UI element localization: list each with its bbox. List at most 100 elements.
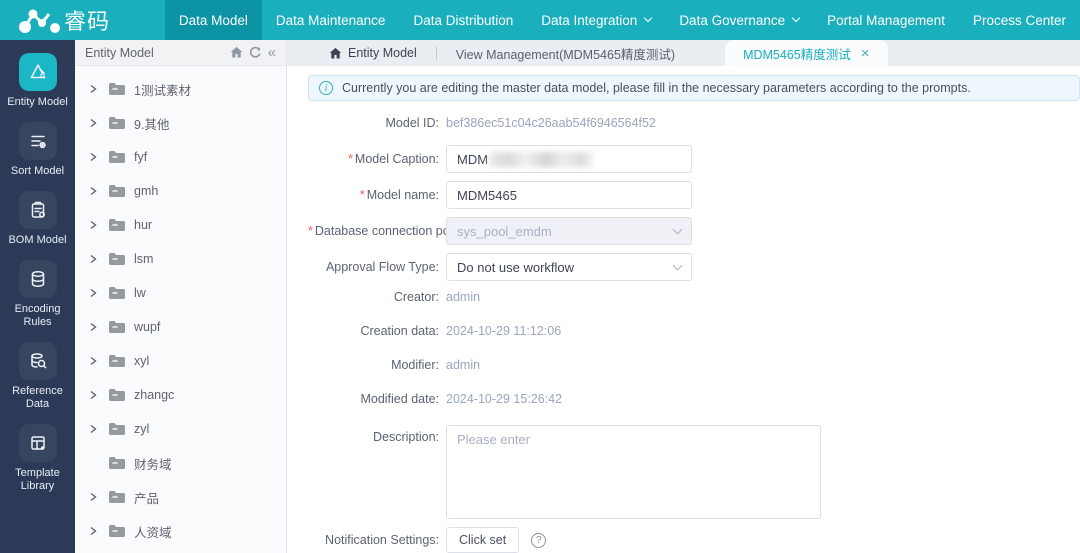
- tree-node[interactable]: 产品: [75, 480, 286, 514]
- tree-node[interactable]: xyl: [75, 344, 286, 378]
- nav-label: Data Governance: [679, 12, 786, 28]
- sidebar-item-label: Template Library: [15, 467, 60, 492]
- tab-mdm5465-active[interactable]: MDM5465精度测试 ×: [725, 40, 888, 66]
- sidebar-item-bom-model[interactable]: BOM Model: [2, 191, 74, 247]
- description-textarea[interactable]: [446, 425, 821, 519]
- model-name-input[interactable]: [446, 181, 692, 209]
- sidebar-item-template-library[interactable]: Template Library: [2, 424, 74, 493]
- chevron-right-icon[interactable]: [88, 185, 100, 197]
- bom-model-icon: [18, 191, 57, 229]
- sidebar-item-label: Sort Model: [10, 165, 65, 177]
- sidebar-item-label: BOM Model: [8, 234, 67, 246]
- tree-node[interactable]: 1测试素材: [75, 72, 286, 106]
- model-id-value: bef386ec51c04c26aab54f6946564f52: [446, 116, 656, 130]
- tree-node-label: lsm: [134, 252, 154, 266]
- chevron-right-icon[interactable]: [88, 253, 100, 265]
- chevron-down-icon: [672, 260, 683, 270]
- tree-node[interactable]: 财务域: [75, 446, 286, 480]
- help-icon[interactable]: ?: [531, 532, 547, 548]
- folder-icon: [108, 490, 125, 504]
- tree-node[interactable]: zyl: [75, 412, 286, 446]
- chevron-right-icon[interactable]: [88, 355, 100, 367]
- approval-flow-row: Approval Flow Type: Do not use workflow: [308, 253, 1080, 281]
- tree-node-label: 1测试素材: [134, 83, 191, 98]
- modified-date-label: Modified date:: [360, 392, 439, 406]
- tree-node[interactable]: wupf: [75, 310, 286, 344]
- click-set-button[interactable]: Click set: [446, 527, 520, 553]
- tree-node[interactable]: 人资域: [75, 514, 286, 548]
- chevron-right-icon[interactable]: [88, 321, 100, 333]
- tree-node-label: gmh: [134, 184, 159, 198]
- redacted-blur: [489, 151, 594, 167]
- tab-label: MDM5465精度测试: [743, 47, 851, 62]
- nav-item-data-integration[interactable]: Data Integration: [527, 0, 665, 40]
- refresh-icon[interactable]: [249, 46, 262, 59]
- model-id-label: Model ID:: [385, 116, 440, 130]
- description-row: Description:: [308, 425, 1080, 519]
- tree-node-label: wupf: [134, 320, 161, 334]
- nav-label: Process Center: [972, 12, 1066, 28]
- db-pool-value: sys_pool_emdm: [457, 223, 552, 239]
- nav-item-portal-management[interactable]: Portal Management: [813, 0, 959, 40]
- tree-node[interactable]: lw: [75, 276, 286, 310]
- info-icon: i: [319, 81, 333, 95]
- close-icon[interactable]: ×: [861, 46, 870, 61]
- approval-flow-select[interactable]: Do not use workflow: [446, 253, 692, 281]
- modifier-label: Modifier:: [391, 358, 439, 372]
- encoding-rules-icon: [18, 260, 57, 298]
- nav-item-data-model[interactable]: Data Model: [164, 0, 262, 40]
- tab-label: Entity Model: [348, 46, 417, 60]
- chevron-right-icon[interactable]: [88, 117, 100, 129]
- chevron-right-icon[interactable]: [88, 389, 100, 401]
- nav-item-data-distribution[interactable]: Data Distribution: [399, 0, 527, 40]
- nav-label: Portal Management: [827, 12, 945, 28]
- folder-icon: [108, 422, 125, 436]
- chevron-right-icon[interactable]: [88, 83, 100, 95]
- required-mark: *: [348, 152, 353, 166]
- approval-flow-label: Approval Flow Type:: [325, 260, 439, 274]
- home-icon[interactable]: [230, 46, 243, 59]
- model-form: Model ID: bef386ec51c04c26aab54f6946564f…: [287, 115, 1080, 553]
- sidebar-item-entity-model[interactable]: Entity Model: [2, 53, 74, 109]
- tree-node-label: 人资域: [134, 525, 172, 540]
- model-caption-input[interactable]: MDM: [446, 145, 692, 173]
- tree-node[interactable]: lsm: [75, 242, 286, 276]
- tree-body: 1测试素材 9.其他 fyf gmh hur lsm lw wupf xyl zhangc zyl 财…: [75, 66, 286, 553]
- tree-node[interactable]: hur: [75, 208, 286, 242]
- nav-item-data-maintenance[interactable]: Data Maintenance: [262, 0, 400, 40]
- chevron-down-icon: [672, 224, 683, 234]
- sidebar-item-encoding-rules[interactable]: Encoding Rules: [2, 260, 74, 329]
- app-window: 睿码 Data Model Data Maintenance Data Distri…: [0, 0, 1080, 553]
- creation-date-label: Creation data:: [360, 324, 439, 338]
- db-pool-select[interactable]: sys_pool_emdm: [446, 217, 692, 245]
- sidebar-item-sort-model[interactable]: Sort Model: [2, 122, 74, 178]
- chevron-right-icon[interactable]: [88, 219, 100, 231]
- model-id-row: Model ID: bef386ec51c04c26aab54f6946564f…: [308, 115, 1080, 131]
- tree-node-label: 9.其他: [134, 117, 170, 132]
- notification-row: Notification Settings: Click set ?: [308, 527, 1080, 553]
- nav-item-process-center[interactable]: Process Center: [959, 0, 1080, 40]
- chevron-right-icon[interactable]: [88, 525, 100, 537]
- tree-node[interactable]: zhangc: [75, 378, 286, 412]
- chevron-right-icon[interactable]: [88, 287, 100, 299]
- banner-text: Currently you are editing the master dat…: [342, 81, 971, 95]
- tree-node[interactable]: gmh: [75, 174, 286, 208]
- tree-node[interactable]: 9.其他: [75, 106, 286, 140]
- chevron-right-icon[interactable]: [88, 423, 100, 435]
- tab-entity-model[interactable]: Entity Model: [329, 46, 417, 60]
- model-edit-form-panel: i Currently you are editing the master d…: [287, 66, 1080, 553]
- chevron-right-icon[interactable]: [88, 491, 100, 503]
- nav-label: Data Integration: [541, 12, 638, 28]
- tree-node[interactable]: fyf: [75, 140, 286, 174]
- nav-item-data-governance[interactable]: Data Governance: [665, 0, 813, 40]
- required-mark: *: [359, 188, 365, 202]
- creation-date-value: 2024-10-29 11:12:06: [446, 324, 562, 338]
- tab-view-management[interactable]: View Management(MDM5465精度测试): [456, 44, 675, 63]
- collapse-left-icon[interactable]: «: [268, 45, 276, 60]
- model-name-label: Model name:: [366, 188, 439, 202]
- model-caption-row: * Model Caption: MDM: [308, 145, 1080, 173]
- chevron-right-icon[interactable]: [88, 151, 100, 163]
- approval-flow-value: Do not use workflow: [457, 259, 575, 275]
- tab-strip: Entity Model View Management(MDM5465精度测试…: [287, 40, 1080, 66]
- sidebar-item-reference-data[interactable]: Reference Data: [2, 342, 74, 411]
